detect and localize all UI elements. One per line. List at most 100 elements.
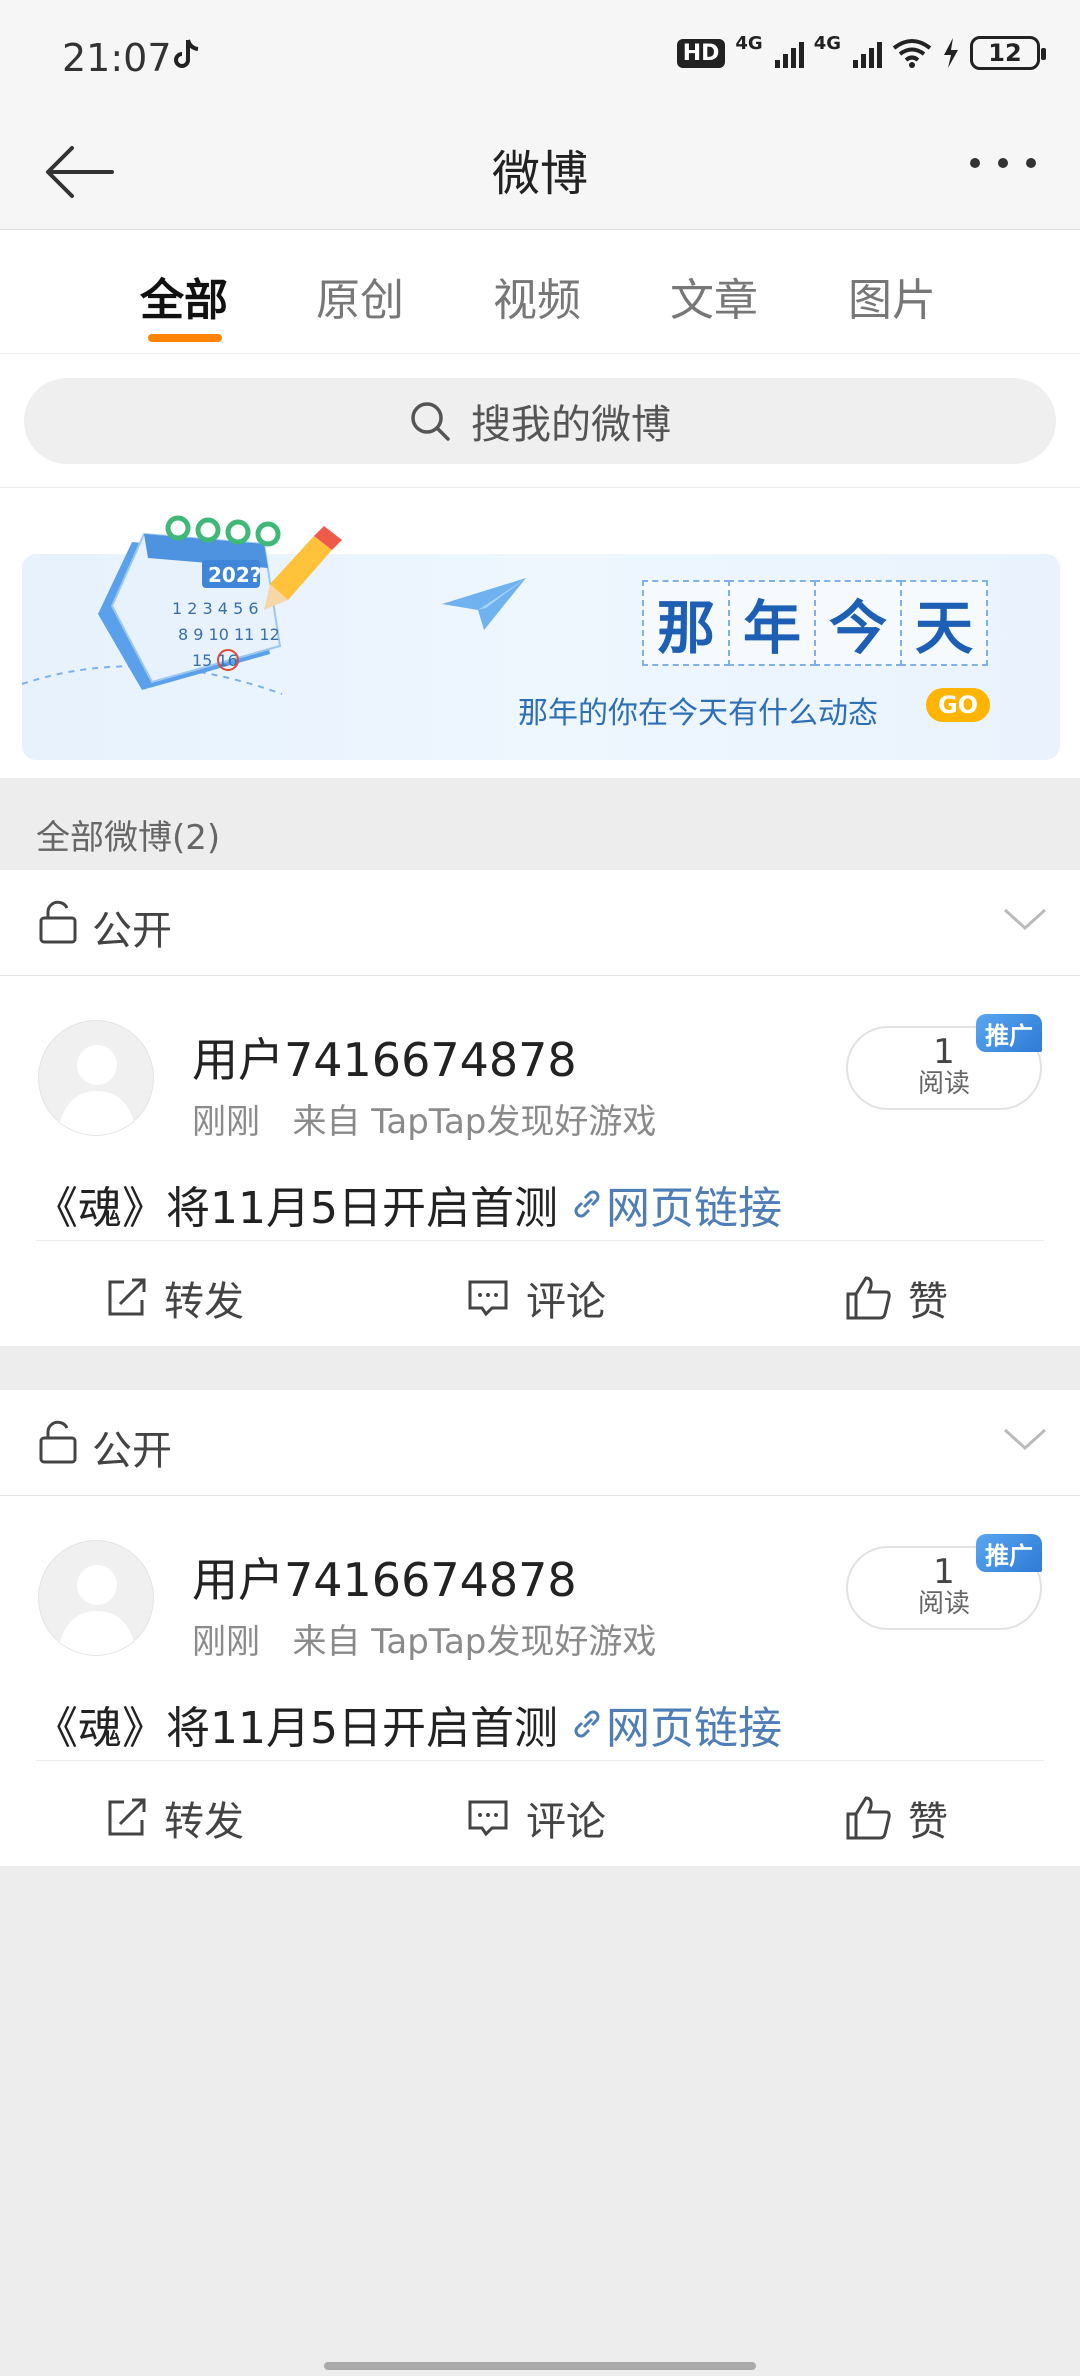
visibility-label: 公开 — [92, 908, 172, 954]
search-icon — [411, 402, 450, 441]
username[interactable]: 用户7416674878 — [192, 1024, 577, 1090]
on-this-day-banner[interactable]: 202? 1 2 3 4 5 6 8 9 10 11 12 15 16 那 年 … — [21, 515, 1060, 760]
unlock-icon — [39, 900, 77, 944]
visibility-row[interactable]: 公开 — [0, 870, 1080, 976]
promote-badge[interactable]: 推广 — [976, 1534, 1042, 1572]
link-icon — [574, 1710, 600, 1738]
username[interactable]: 用户7416674878 — [192, 1544, 577, 1610]
like-button[interactable]: 赞 — [844, 1789, 948, 1847]
repost-icon — [108, 1278, 146, 1316]
banner-title-char: 那 — [642, 580, 730, 666]
visibility-label: 公开 — [92, 1428, 172, 1474]
thumbs-up-icon — [846, 1796, 891, 1840]
signal-icon-2 — [853, 38, 882, 68]
tab-video[interactable]: 视频 — [493, 264, 581, 328]
post-actions: 转发 评论 赞 — [36, 1240, 1044, 1346]
visibility-row[interactable]: 公开 — [0, 1390, 1080, 1496]
tab-picture[interactable]: 图片 — [848, 264, 936, 328]
search-input[interactable]: 搜我的微博 — [24, 378, 1056, 464]
page-title: 微博 — [491, 146, 588, 202]
tab-original[interactable]: 原创 — [316, 264, 404, 328]
banner-go-button[interactable]: GO — [926, 688, 990, 722]
post-text: 《魂》将11月5日开启首测 — [34, 1703, 558, 1754]
repost-button[interactable]: 转发 — [104, 1789, 244, 1847]
comment-icon — [468, 1800, 508, 1837]
link-icon — [574, 1190, 600, 1218]
read-label: 阅读 — [917, 1069, 970, 1099]
tiktok-icon — [174, 39, 199, 68]
paper-plane-icon — [442, 578, 526, 630]
web-link-label: 网页链接 — [605, 1183, 782, 1234]
calendar-illustration: 202? 1 2 3 4 5 6 8 9 10 11 12 15 16 — [21, 515, 342, 695]
comment-button[interactable]: 评论 — [466, 1789, 606, 1847]
post-source: 来自 TapTap发现好游戏 — [292, 1622, 657, 1662]
status-bar: 21:07 HD 4G 4G 12 — [0, 0, 1080, 108]
banner-title-char: 年 — [728, 580, 816, 666]
nav-bar: 微博 — [0, 108, 1080, 230]
post-time: 刚刚 — [192, 1622, 260, 1662]
post-body: 用户7416674878 刚刚 来自 TapTap发现好游戏 1 阅读 推广 《… — [0, 976, 1080, 1240]
post-content[interactable]: 《魂》将11月5日开启首测 网页链接 — [34, 1692, 782, 1756]
home-indicator[interactable] — [324, 2362, 756, 2370]
post-count-header: 全部微博(2) — [0, 778, 1080, 870]
read-label: 阅读 — [917, 1589, 970, 1619]
svg-text:15 16: 15 16 — [192, 651, 238, 670]
repost-button[interactable]: 转发 — [104, 1269, 244, 1327]
post-text: 《魂》将11月5日开启首测 — [34, 1183, 558, 1234]
repost-label: 转发 — [164, 1279, 244, 1325]
more-icon[interactable] — [970, 158, 1036, 168]
promote-badge[interactable]: 推广 — [976, 1014, 1042, 1052]
status-indicators: HD 4G 4G 12 — [676, 32, 1046, 70]
post-meta: 刚刚 来自 TapTap发现好游戏 — [192, 1614, 656, 1663]
status-time: 21:07 — [62, 36, 172, 80]
banner-subtitle: 那年的你在今天有什么动态 — [518, 696, 878, 731]
active-tab-indicator — [148, 334, 222, 342]
banner-title-char: 今 — [814, 580, 902, 666]
like-button[interactable]: 赞 — [844, 1269, 948, 1327]
default-avatar-icon — [57, 1045, 137, 1135]
hd-icon: HD — [676, 38, 726, 68]
unlock-icon — [39, 1420, 77, 1464]
post-card: 公开 用户7416674878 刚刚 来自 TapTap发现好游戏 1 阅读 推… — [0, 1390, 1080, 1866]
repost-label: 转发 — [164, 1799, 244, 1845]
signal-icon — [774, 38, 804, 68]
post-content[interactable]: 《魂》将11月5日开启首测 网页链接 — [34, 1172, 782, 1236]
comment-label: 评论 — [526, 1279, 606, 1325]
web-link-label: 网页链接 — [605, 1703, 782, 1754]
thumbs-up-icon — [846, 1276, 891, 1320]
web-link[interactable]: 网页链接 — [568, 1692, 782, 1756]
charging-icon — [944, 38, 958, 68]
post-body: 用户7416674878 刚刚 来自 TapTap发现好游戏 1 阅读 推广 《… — [0, 1496, 1080, 1760]
post-time: 刚刚 — [192, 1102, 260, 1142]
repost-icon — [108, 1798, 146, 1836]
network-label-1: 4G — [735, 32, 763, 54]
tab-bar: 全部 原创 视频 文章 图片 — [0, 230, 1080, 354]
comment-button[interactable]: 评论 — [466, 1269, 606, 1327]
battery-icon: 12 — [970, 36, 1046, 70]
chevron-down-icon[interactable] — [1002, 1426, 1048, 1452]
post-count-label: 全部微博(2) — [36, 818, 221, 858]
post-meta: 刚刚 来自 TapTap发现好游戏 — [192, 1094, 656, 1143]
comment-label: 评论 — [526, 1799, 606, 1845]
network-label-2: 4G — [813, 32, 841, 54]
post-card: 公开 用户7416674878 刚刚 来自 TapTap发现好游戏 1 阅读 推… — [0, 870, 1080, 1346]
web-link[interactable]: 网页链接 — [568, 1172, 782, 1236]
default-avatar-icon — [57, 1565, 137, 1655]
chevron-down-icon[interactable] — [1002, 906, 1048, 932]
like-label: 赞 — [908, 1799, 948, 1845]
banner-title-char: 天 — [900, 580, 988, 666]
avatar[interactable] — [38, 1540, 154, 1656]
post-actions: 转发 评论 赞 — [36, 1760, 1044, 1866]
avatar[interactable] — [38, 1020, 154, 1136]
like-label: 赞 — [908, 1279, 948, 1325]
comment-icon — [468, 1280, 508, 1317]
search-placeholder: 搜我的微博 — [471, 402, 671, 448]
svg-text:1 2 3 4 5 6: 1 2 3 4 5 6 — [172, 599, 259, 618]
tab-all[interactable]: 全部 — [140, 264, 228, 328]
wifi-icon — [892, 39, 932, 68]
post-source: 来自 TapTap发现好游戏 — [292, 1102, 657, 1142]
banner-title: 那 年 今 天 — [642, 580, 988, 666]
calendar-year: 202? — [208, 563, 261, 587]
banner-section: 202? 1 2 3 4 5 6 8 9 10 11 12 15 16 那 年 … — [0, 488, 1080, 778]
tab-article[interactable]: 文章 — [670, 264, 758, 328]
